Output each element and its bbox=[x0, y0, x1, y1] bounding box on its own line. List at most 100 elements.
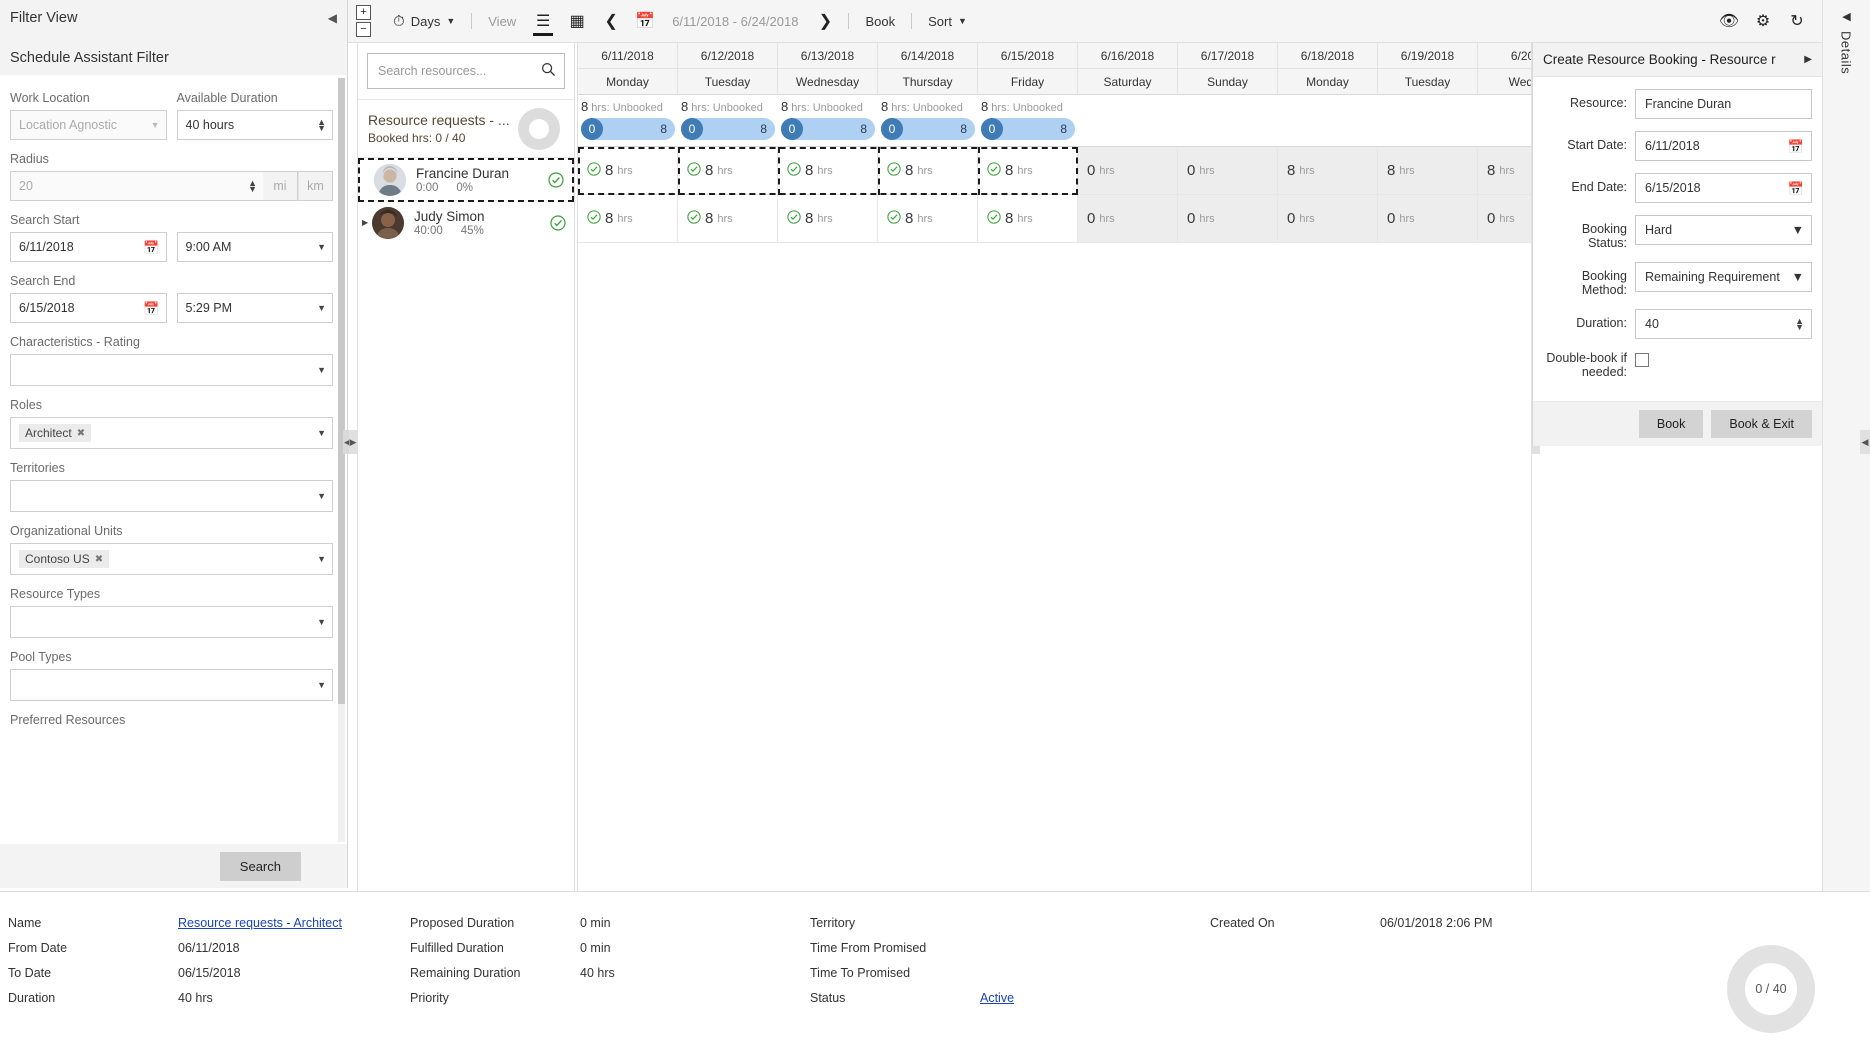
next-period-icon[interactable]: ❯ bbox=[808, 0, 842, 43]
book-button[interactable]: Book bbox=[1639, 410, 1704, 438]
grid-cell[interactable]: 8hrs bbox=[878, 195, 978, 243]
scrollbar-thumb[interactable] bbox=[338, 78, 345, 704]
double-book-row: Double-book if needed: bbox=[1543, 351, 1812, 379]
gear-icon[interactable]: ⚙ bbox=[1746, 0, 1780, 43]
search-end-date-input[interactable]: 6/15/2018 📅 bbox=[10, 293, 167, 323]
column-date: 6/14/2018 bbox=[878, 43, 977, 69]
filter-panel-scrollbar[interactable] bbox=[338, 78, 345, 842]
collapse-details-icon[interactable]: ◀ bbox=[1823, 10, 1870, 23]
capacity-cell[interactable]: 8 hrs: Unbooked 0 8 bbox=[678, 95, 778, 146]
expand-panel-icon[interactable]: ▶ bbox=[1804, 54, 1812, 65]
grid-cell[interactable]: 8hrs bbox=[678, 195, 778, 243]
details-rail-splitter[interactable]: ◀ bbox=[1860, 430, 1870, 454]
book-menu[interactable]: Book bbox=[855, 0, 905, 43]
search-input[interactable] bbox=[376, 63, 541, 79]
capacity-cell[interactable]: 8 hrs: Unbooked 0 8 bbox=[578, 95, 678, 146]
work-location-select[interactable]: Location Agnostic ▼ bbox=[10, 110, 167, 140]
role-chip[interactable]: Architect ✖ bbox=[19, 424, 91, 442]
grid-cell[interactable]: 0hrs bbox=[1378, 195, 1478, 243]
booking-method-select[interactable]: Remaining Requirement ▼ bbox=[1635, 262, 1812, 292]
double-book-checkbox[interactable] bbox=[1635, 353, 1649, 367]
calendar-icon[interactable]: 📅 bbox=[143, 302, 159, 315]
resource-types-select[interactable]: ▼ bbox=[10, 606, 333, 638]
search-start-date-input[interactable]: 6/11/2018 📅 bbox=[10, 232, 167, 262]
grid-cell[interactable]: 8hrs bbox=[678, 147, 778, 195]
zoom-out-icon[interactable]: − bbox=[356, 22, 371, 37]
calendar-picker-icon[interactable]: 📅 bbox=[628, 0, 662, 43]
list-view-icon[interactable]: ☰ bbox=[526, 0, 560, 43]
search-end-time-select[interactable]: 5:29 PM ▼ bbox=[177, 293, 334, 323]
org-units-select[interactable]: Contoso US ✖ ▼ bbox=[10, 543, 333, 575]
status-link[interactable]: Active bbox=[980, 991, 1014, 1005]
radius-input[interactable]: 20 ▲▼ bbox=[10, 171, 263, 201]
grid-cell[interactable]: 8hrs bbox=[1278, 147, 1378, 195]
grid-cell[interactable]: 8hrs bbox=[578, 147, 678, 195]
booking-duration-row: Duration: 40 ▲▼ bbox=[1543, 309, 1812, 339]
eye-icon[interactable]: 👁 bbox=[1712, 0, 1746, 43]
resource-request-link[interactable]: Resource requests - Architect bbox=[178, 916, 342, 930]
grid-cell[interactable]: 0hrs bbox=[1078, 147, 1178, 195]
days-dropdown[interactable]: ⏱ Days ▼ bbox=[383, 0, 465, 43]
grid-cell[interactable]: 8hrs bbox=[578, 195, 678, 243]
capacity-cell[interactable]: 8 hrs: Unbooked 0 8 bbox=[978, 95, 1078, 146]
resource-input[interactable]: Francine Duran bbox=[1635, 89, 1812, 119]
unit-mi-button[interactable]: mi bbox=[263, 171, 298, 201]
available-duration-stepper[interactable]: 40 hours ▲▼ bbox=[177, 110, 334, 140]
calendar-icon[interactable]: 📅 bbox=[1788, 140, 1804, 153]
grid-cell-unit: hrs bbox=[1017, 165, 1032, 177]
grid-cell-hours: 8 bbox=[905, 210, 913, 227]
grid-cell[interactable]: 8hrs bbox=[1378, 147, 1478, 195]
calendar-icon[interactable]: 📅 bbox=[143, 241, 159, 254]
end-date-input[interactable]: 6/15/2018 📅 bbox=[1635, 173, 1812, 203]
pool-types-select[interactable]: ▼ bbox=[10, 669, 333, 701]
close-icon[interactable]: ✖ bbox=[77, 428, 85, 439]
grid-left-splitter[interactable]: ▶ bbox=[349, 430, 357, 454]
resource-search-box[interactable] bbox=[367, 53, 565, 89]
resource-row-judy-simon[interactable]: ▶ Judy Simon 40:00 45% bbox=[358, 202, 574, 244]
resource-request-card[interactable]: Resource requests - ... Booked hrs: 0 / … bbox=[358, 100, 574, 158]
grid-cell[interactable]: 8hrs bbox=[878, 147, 978, 195]
stepper-arrows-icon[interactable]: ▲▼ bbox=[317, 119, 326, 131]
grid-cell[interactable]: 0hrs bbox=[1178, 147, 1278, 195]
grid-cell[interactable]: 0hrs bbox=[1178, 195, 1278, 243]
expand-arrow-icon[interactable]: ▶ bbox=[362, 218, 368, 227]
refresh-icon[interactable]: ↻ bbox=[1780, 0, 1814, 43]
grid-cell[interactable]: 8hrs bbox=[778, 147, 878, 195]
sort-menu[interactable]: Sort ▼ bbox=[918, 0, 977, 43]
grid-cell[interactable]: 8hrs bbox=[978, 195, 1078, 243]
capacity-cell[interactable]: 8 hrs: Unbooked 0 8 bbox=[778, 95, 878, 146]
collapse-filter-panel-icon[interactable]: ◀ bbox=[328, 12, 337, 24]
grid-cell[interactable]: 0hrs bbox=[1478, 195, 1532, 243]
detail-label: Time To Promised bbox=[810, 960, 980, 985]
start-date-input[interactable]: 6/11/2018 📅 bbox=[1635, 131, 1812, 161]
capacity-cell[interactable]: 8 hrs: Unbooked 0 8 bbox=[878, 95, 978, 146]
grid-cell-unit: hrs bbox=[1499, 165, 1514, 177]
stepper-arrows-icon[interactable]: ▲▼ bbox=[248, 180, 257, 192]
duration-stepper[interactable]: 40 ▲▼ bbox=[1635, 309, 1812, 339]
grid-view-icon[interactable]: ▦ bbox=[560, 0, 594, 43]
booking-status-select[interactable]: Hard ▼ bbox=[1635, 215, 1812, 245]
details-rail-label[interactable]: Details bbox=[1840, 31, 1854, 74]
grid-cell[interactable]: 0hrs bbox=[1278, 195, 1378, 243]
search-button[interactable]: Search bbox=[220, 852, 301, 881]
grid-cell[interactable]: 8hrs bbox=[1478, 147, 1532, 195]
previous-period-icon[interactable]: ❮ bbox=[594, 0, 628, 43]
org-unit-chip[interactable]: Contoso US ✖ bbox=[19, 550, 109, 568]
stepper-arrows-icon[interactable]: ▲▼ bbox=[1795, 318, 1804, 330]
zoom-in-icon[interactable]: + bbox=[356, 5, 371, 20]
details-keys: Created On bbox=[1210, 910, 1380, 1010]
book-and-exit-button[interactable]: Book & Exit bbox=[1711, 410, 1812, 438]
grid-cell-hours: 8 bbox=[705, 210, 713, 227]
grid-cell[interactable]: 8hrs bbox=[778, 195, 878, 243]
search-start-time-select[interactable]: 9:00 AM ▼ bbox=[177, 232, 334, 262]
search-icon[interactable] bbox=[541, 62, 556, 80]
resource-row-francine-duran[interactable]: Francine Duran 0:00 0% bbox=[358, 158, 574, 202]
calendar-icon[interactable]: 📅 bbox=[1788, 182, 1804, 195]
unit-km-button[interactable]: km bbox=[298, 171, 333, 201]
close-icon[interactable]: ✖ bbox=[95, 554, 103, 565]
grid-cell[interactable]: 0hrs bbox=[1078, 195, 1178, 243]
characteristics-select[interactable]: ▼ bbox=[10, 354, 333, 386]
grid-cell[interactable]: 8hrs bbox=[978, 147, 1078, 195]
roles-select[interactable]: Architect ✖ ▼ bbox=[10, 417, 333, 449]
territories-select[interactable]: ▼ bbox=[10, 480, 333, 512]
